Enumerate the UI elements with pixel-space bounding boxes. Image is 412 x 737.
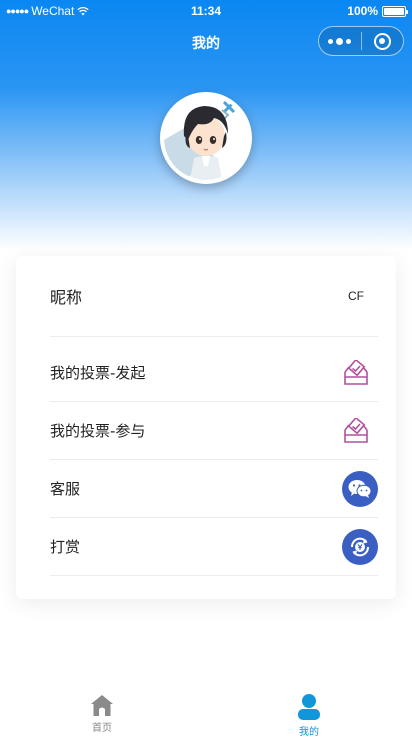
miniprogram-capsule [318,26,404,56]
nickname-value: CF [348,289,364,303]
menu-item-label: 客服 [50,480,81,498]
status-right: 100% [347,4,408,18]
menu-item-my-votes-joined[interactable]: 我的投票-参与 [50,402,378,460]
menu-item-my-votes-created[interactable]: 我的投票-发起 [50,344,378,402]
close-miniprogram-button[interactable] [361,27,403,55]
battery-percent: 100% [347,4,378,18]
nickname-row: 昵称 CF [50,256,378,337]
tab-mine[interactable]: 我的 [269,693,349,737]
tab-bar: 首页 我的 [0,685,412,737]
menu-item-customer-service[interactable]: 客服 [50,460,378,518]
tab-label: 我的 [299,727,319,737]
menu-item-label: 打赏 [50,538,81,556]
cartoon-avatar-icon [164,96,248,180]
menu-item-label: 我的投票-参与 [50,422,146,440]
home-icon [91,695,113,716]
status-bar: ●●●●● WeChat 11:34 100% [0,0,412,22]
target-close-icon [373,32,391,50]
vote-box-icon [338,413,374,449]
profile-card: 昵称 CF 我的投票-发起 我的投票-参与 客服 打赏 [16,256,396,599]
more-dot-icon [336,37,344,45]
menu-item-reward[interactable]: 打赏 [50,518,378,576]
wechat-chat-icon [342,470,378,507]
user-icon [298,694,320,720]
reward-money-icon [342,528,378,565]
battery-icon [382,5,408,17]
more-dot-icon [328,38,334,44]
tab-label: 首页 [92,723,112,734]
vote-box-icon [338,355,374,391]
menu-item-label: 我的投票-发起 [50,364,146,382]
nickname-label: 昵称 [50,288,83,307]
tab-home[interactable]: 首页 [62,693,142,734]
more-dot-icon [346,38,352,44]
more-menu-button[interactable] [319,27,361,55]
avatar[interactable] [160,92,252,184]
